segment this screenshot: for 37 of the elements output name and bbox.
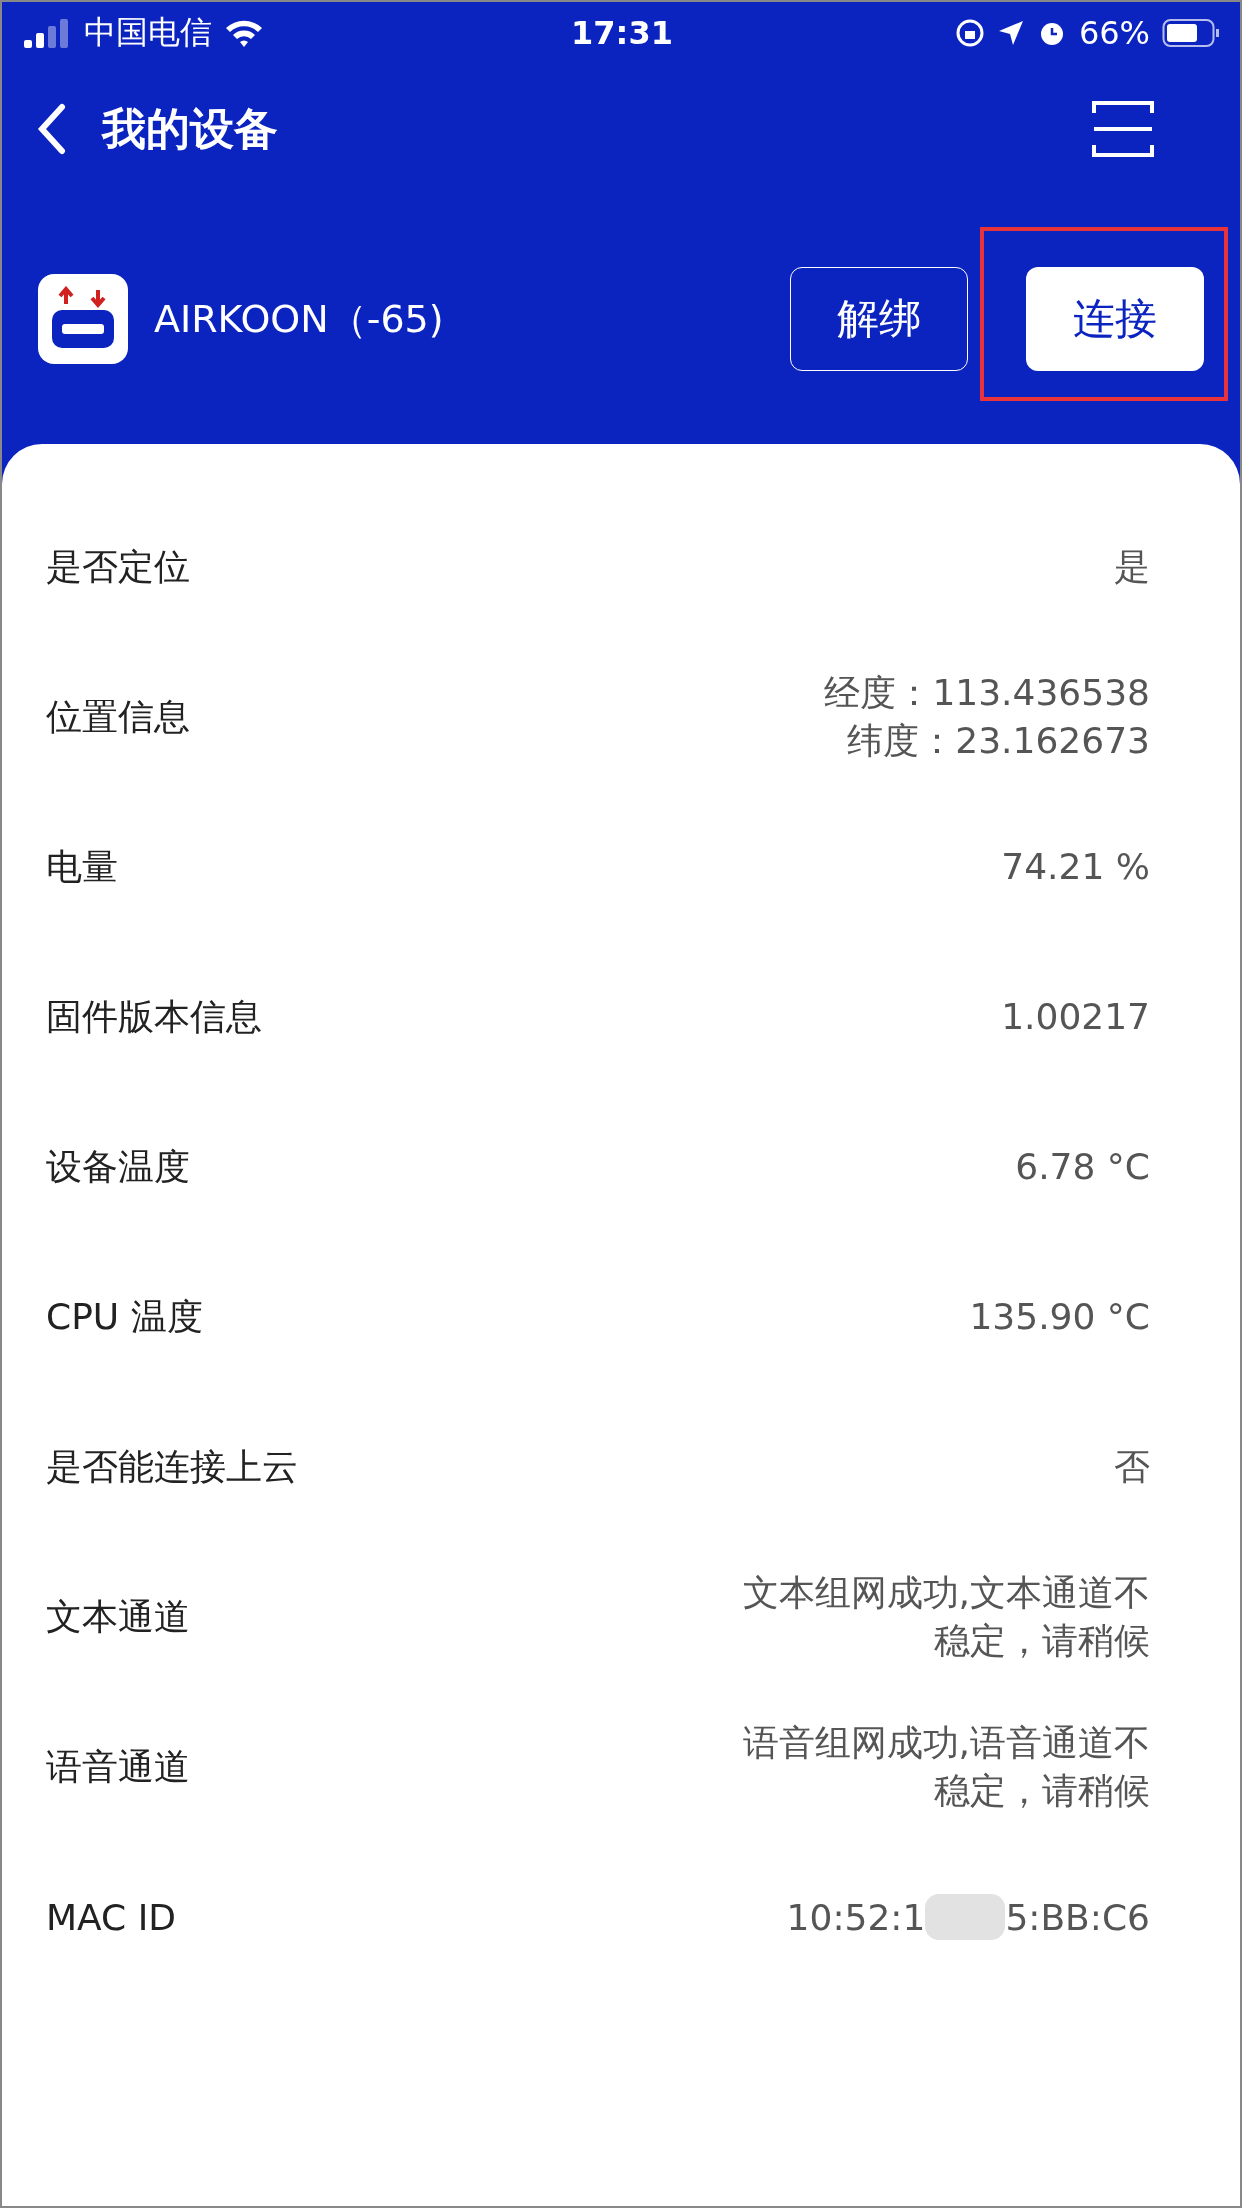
row-value: 5:BB:C6 — [1005, 1896, 1150, 1938]
row-value: 语音组网成功,语音通道不 — [742, 1721, 1150, 1765]
row-value: 经度：113.436538 — [824, 671, 1150, 715]
row-value: 是 — [1114, 545, 1150, 589]
rotation-lock-icon — [954, 18, 985, 48]
row-value: 稳定，请稍候 — [934, 1619, 1150, 1663]
device-app-icon — [38, 274, 128, 364]
clock-time: 17:31 — [571, 14, 673, 52]
row-label: 是否能连接上云 — [46, 1444, 298, 1489]
row-value: 10:52:1 — [786, 1896, 926, 1938]
row-value: 6.78 °C — [1015, 1145, 1150, 1189]
row-label: 固件版本信息 — [46, 994, 262, 1039]
row-label: 设备温度 — [46, 1144, 190, 1189]
connect-button[interactable]: 连接 — [1026, 267, 1204, 371]
row-label: CPU 温度 — [46, 1294, 203, 1339]
back-icon[interactable] — [36, 103, 66, 155]
row-label: 文本通道 — [46, 1594, 190, 1639]
battery-icon — [1162, 18, 1220, 48]
row-value: 稳定，请稍候 — [934, 1769, 1150, 1813]
carrier-name: 中国电信 — [84, 12, 212, 53]
page-title: 我的设备 — [102, 101, 278, 156]
unbind-button[interactable]: 解绑 — [790, 267, 968, 371]
row-value: 文本组网成功,文本通道不 — [742, 1571, 1150, 1615]
row-label: 电量 — [46, 844, 118, 889]
scan-icon[interactable] — [1092, 101, 1154, 157]
row-value: 1.00217 — [1001, 995, 1150, 1039]
row-label: 位置信息 — [46, 694, 190, 739]
row-value: 135.90 °C — [969, 1295, 1150, 1339]
row-label: MAC ID — [46, 1896, 176, 1938]
row-label: 语音通道 — [46, 1744, 190, 1789]
row-value: 纬度：23.162673 — [847, 719, 1150, 763]
wifi-icon — [224, 18, 264, 48]
device-name: AIRKOON（-65) — [154, 295, 445, 343]
battery-percent: 66% — [1078, 14, 1150, 52]
row-label: 是否定位 — [46, 544, 190, 589]
row-value: 74.21 % — [1001, 845, 1150, 889]
row-value: 否 — [1114, 1445, 1150, 1489]
